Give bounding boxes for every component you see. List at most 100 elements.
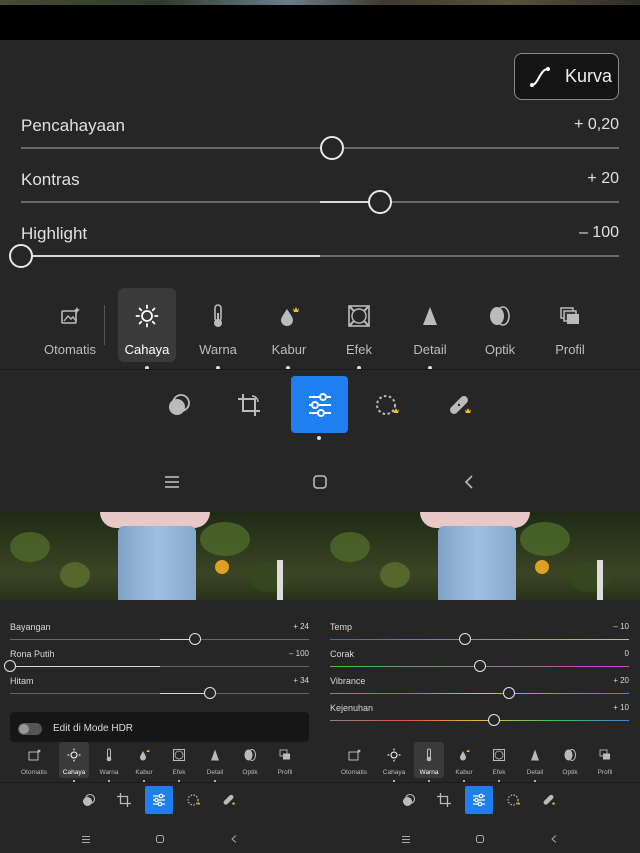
tool-healing[interactable] <box>215 786 243 814</box>
tab-efek[interactable]: Efek <box>328 288 390 362</box>
tool-edit[interactable] <box>145 786 173 814</box>
slider-thumb[interactable] <box>9 244 33 268</box>
menu-icon <box>82 835 90 843</box>
tool-edit[interactable] <box>291 376 348 433</box>
slider-value: + 10 <box>613 703 629 712</box>
mini-tab-cahaya[interactable]: Cahaya <box>59 742 89 778</box>
mini-tab-warna[interactable]: Warna <box>94 742 124 778</box>
slider-thumb[interactable] <box>503 687 516 699</box>
mini-tab-profil[interactable]: Profil <box>590 742 620 778</box>
mini-tab-otomatis[interactable]: Otomatis <box>19 742 49 778</box>
tab-indicator-dot <box>393 780 395 782</box>
triangle-icon <box>423 307 437 325</box>
nav-menu[interactable] <box>78 832 94 846</box>
slider-fill <box>21 255 320 257</box>
slider-label: Rona Putih <box>10 649 55 659</box>
tab-otomatis[interactable]: Otomatis <box>39 288 101 362</box>
mini-tab-optik[interactable]: Optik <box>555 742 585 778</box>
home-icon <box>156 835 164 843</box>
slider-label: Vibrance <box>330 676 366 686</box>
slider-track[interactable] <box>330 693 629 694</box>
mini-tab-otomatis[interactable]: Otomatis <box>339 742 369 778</box>
slider-thumb[interactable] <box>458 633 471 645</box>
nav-home[interactable] <box>152 832 168 846</box>
sun-icon <box>387 748 401 762</box>
tab-indicator-dot <box>498 780 500 782</box>
slider-track[interactable] <box>330 639 629 640</box>
slider-value: + 20 <box>613 676 629 685</box>
crop-icon <box>117 793 131 807</box>
slider-value: + 34 <box>293 676 309 685</box>
nav-menu[interactable] <box>398 832 414 846</box>
slider-thumb[interactable] <box>319 136 344 160</box>
mini-tab-efek[interactable]: Efek <box>164 742 194 778</box>
mini-tab-optik[interactable]: Optik <box>235 742 265 778</box>
home-icon <box>476 835 484 843</box>
tab-indicator-dot <box>73 780 75 782</box>
slider-thumb[interactable] <box>367 190 392 214</box>
tool-crop[interactable] <box>110 786 138 814</box>
auto-icon <box>348 749 361 761</box>
tool-masking[interactable] <box>500 786 528 814</box>
tab-label: Cahaya <box>124 342 170 357</box>
photo-preview-left <box>0 512 320 600</box>
nav-menu[interactable] <box>157 469 187 495</box>
slider-thumb[interactable] <box>488 714 501 726</box>
tab-kabur[interactable]: Kabur <box>258 288 320 362</box>
slider-thumb[interactable] <box>473 660 486 672</box>
slider-label: Hitam <box>10 676 34 686</box>
slider-thumb[interactable] <box>189 633 202 645</box>
curve-button[interactable]: Kurva <box>514 53 619 100</box>
tool-edit[interactable] <box>465 786 493 814</box>
mini-tab-kabur[interactable]: Kabur <box>129 742 159 778</box>
auto-icon <box>61 307 80 324</box>
mini-tab-kabur[interactable]: Kabur <box>449 742 479 778</box>
back-icon <box>464 475 473 489</box>
tool-masking[interactable] <box>361 377 417 433</box>
crop-icon <box>238 394 260 416</box>
tool-healing[interactable] <box>432 377 488 433</box>
profile-stack-icon <box>599 749 610 760</box>
tool-presets[interactable] <box>395 786 423 814</box>
mini-tab-cahaya[interactable]: Cahaya <box>379 742 409 778</box>
slider-fill <box>159 693 211 694</box>
mini-tool-bar <box>0 784 320 818</box>
nav-back[interactable] <box>454 469 484 495</box>
mini-tab-detail[interactable]: Detail <box>520 742 550 778</box>
tool-presets[interactable] <box>75 786 103 814</box>
presets-icon <box>403 793 416 806</box>
mini-tab-profil[interactable]: Profil <box>270 742 300 778</box>
thermometer-icon <box>106 748 112 762</box>
nav-back[interactable] <box>226 832 242 846</box>
mask-icon <box>376 395 399 415</box>
hdr-toggle[interactable] <box>18 723 42 735</box>
lens-icon <box>490 306 510 326</box>
tool-crop[interactable] <box>221 377 277 433</box>
tool-crop[interactable] <box>430 786 458 814</box>
lens-icon <box>564 749 576 761</box>
nav-home[interactable] <box>472 832 488 846</box>
slider-value: 0 <box>624 649 629 658</box>
sliders-icon <box>308 392 331 417</box>
nav-back[interactable] <box>546 832 562 846</box>
slider-label: Corak <box>330 649 355 659</box>
bandage-icon <box>543 794 556 805</box>
back-icon <box>551 835 557 843</box>
tool-presets[interactable] <box>151 377 207 433</box>
tool-healing[interactable] <box>535 786 563 814</box>
back-icon <box>231 835 237 843</box>
slider-track[interactable] <box>330 720 629 721</box>
mini-tab-detail[interactable]: Detail <box>200 742 230 778</box>
tool-masking[interactable] <box>180 786 208 814</box>
nav-home[interactable] <box>305 469 335 495</box>
mini-tab-efek[interactable]: Efek <box>484 742 514 778</box>
menu-icon <box>165 476 179 488</box>
tab-warna[interactable]: Warna <box>187 288 249 362</box>
slider-thumb[interactable] <box>204 687 217 699</box>
tab-cahaya[interactable]: Cahaya <box>118 288 176 362</box>
tab-optik[interactable]: Optik <box>469 288 531 362</box>
slider-thumb[interactable] <box>4 660 16 672</box>
mini-tab-warna[interactable]: Warna <box>414 742 444 778</box>
tab-profil[interactable]: Profil <box>539 288 601 362</box>
tab-detail[interactable]: Detail <box>399 288 461 362</box>
